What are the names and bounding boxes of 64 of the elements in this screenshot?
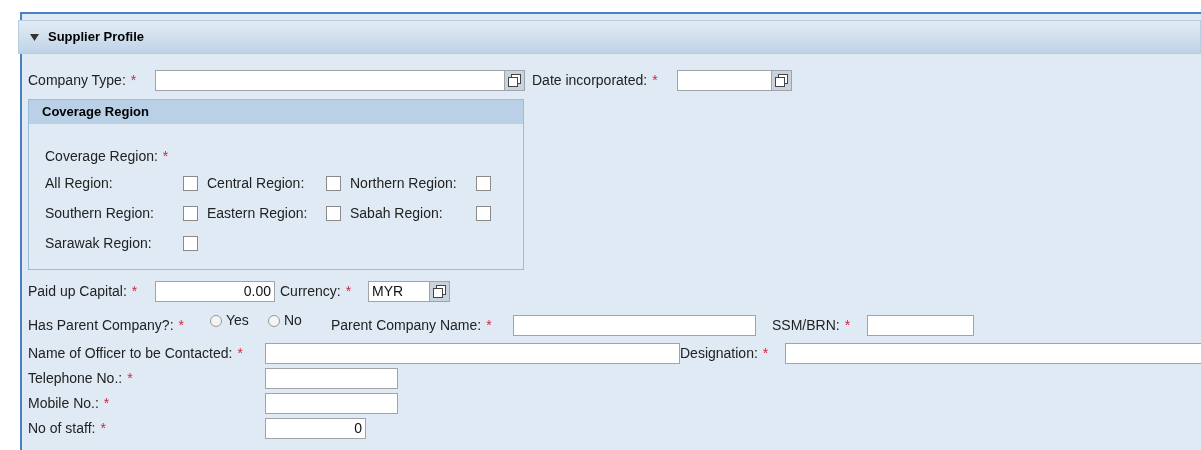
checkbox[interactable] [476, 176, 491, 191]
required-mark: * [762, 344, 769, 361]
field-label: Name of Officer to be Contacted: [28, 344, 233, 361]
calendar-button[interactable] [772, 69, 792, 91]
field-label: Date incorporated: [532, 71, 648, 88]
copy-icon [433, 284, 446, 298]
required-mark: * [103, 394, 110, 411]
field-label: Currency: [280, 282, 341, 299]
required-mark: * [486, 317, 492, 333]
input-field[interactable] [265, 367, 398, 389]
checkbox[interactable] [326, 206, 341, 221]
field-label: Company Type: [28, 71, 126, 88]
field-label: Has Parent Company?: [28, 317, 174, 333]
input-field[interactable] [867, 315, 974, 336]
field-label: Parent Company Name: [331, 317, 482, 333]
value-help-button[interactable] [505, 69, 525, 91]
checkbox-label: All Region: [45, 174, 114, 193]
checkbox-label: Central Region: [207, 174, 306, 193]
radio-button[interactable] [210, 314, 222, 327]
value-help-button[interactable] [430, 280, 450, 302]
checkbox-label: Sarawak Region: [45, 234, 153, 253]
input-field[interactable] [155, 69, 505, 91]
radio-button[interactable] [268, 314, 280, 327]
input-field[interactable] [513, 315, 756, 336]
required-mark: * [162, 148, 169, 164]
required-mark: * [652, 71, 658, 88]
required-mark: * [178, 317, 184, 333]
checkbox[interactable] [183, 176, 198, 191]
field-label: Telephone No.: [28, 369, 123, 386]
required-mark: * [844, 317, 851, 333]
required-mark: * [345, 282, 352, 299]
checkbox[interactable] [183, 206, 198, 221]
copy-icon [508, 73, 521, 87]
triangle-down-icon [30, 33, 39, 41]
field-label: Designation: [680, 344, 758, 361]
input-field[interactable]: MYR [368, 280, 430, 302]
checkbox-label: Northern Region: [350, 174, 458, 193]
required-mark: * [127, 369, 133, 386]
panel-title: Coverage Region [42, 103, 149, 122]
input-field[interactable] [265, 342, 680, 364]
radio-label[interactable]: Yes [226, 310, 249, 331]
input-field[interactable] [265, 392, 398, 414]
input-field[interactable]: 0.00 [155, 280, 275, 302]
checkbox-label: Eastern Region: [207, 204, 309, 223]
radio-label[interactable]: No [284, 310, 302, 331]
field-label: Mobile No.: [28, 394, 99, 411]
required-mark: * [130, 71, 137, 88]
checkbox[interactable] [183, 236, 198, 251]
field-label: SSM/BRN: [772, 317, 840, 333]
checkbox[interactable] [326, 176, 341, 191]
field-label: Coverage Region: [45, 148, 158, 164]
field-label: Paid up Capital: [28, 282, 127, 299]
checkbox-label: Southern Region: [45, 204, 155, 223]
input-field[interactable] [677, 69, 772, 91]
input-field[interactable]: 0 [265, 417, 366, 439]
required-mark: * [237, 344, 243, 361]
section-header[interactable]: Supplier Profile [18, 20, 1201, 54]
required-mark: * [100, 419, 106, 436]
field-label: No of staff: [28, 419, 96, 436]
copy-icon [775, 73, 788, 87]
input-field[interactable] [785, 342, 1201, 364]
checkbox-label: Sabah Region: [350, 204, 444, 223]
checkbox[interactable] [476, 206, 491, 221]
required-mark: * [131, 282, 138, 299]
